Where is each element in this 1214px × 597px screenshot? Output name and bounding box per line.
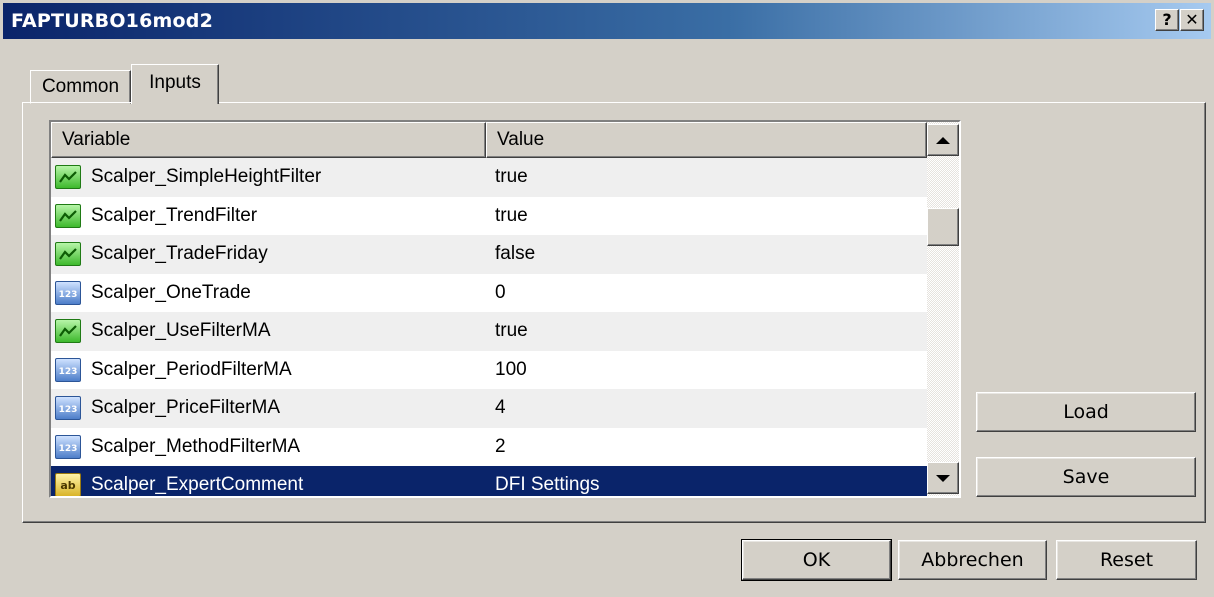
- svg-text:123: 123: [59, 444, 78, 454]
- value-cell[interactable]: 100: [486, 351, 927, 390]
- column-header-variable[interactable]: Variable: [51, 122, 486, 158]
- variable-name: Scalper_OneTrade: [91, 281, 251, 303]
- table-row[interactable]: Scalper_SimpleHeightFilter true: [51, 158, 927, 197]
- table-row[interactable]: 123 Scalper_PeriodFilterMA 100: [51, 350, 927, 390]
- variable-name: Scalper_ExpertComment: [91, 474, 304, 496]
- table-row[interactable]: Scalper_TradeFriday false: [51, 235, 927, 274]
- help-button[interactable]: ?: [1155, 9, 1179, 31]
- value-cell[interactable]: true: [486, 312, 927, 351]
- cancel-button[interactable]: Abbrechen: [898, 540, 1047, 580]
- value-cell[interactable]: 2: [486, 428, 927, 467]
- vertical-scrollbar[interactable]: [927, 122, 959, 496]
- variable-name: Scalper_TrendFilter: [91, 204, 258, 226]
- grid-header: Variable Value: [51, 122, 927, 158]
- value-cell[interactable]: true: [486, 197, 927, 236]
- scroll-up-button[interactable]: [927, 124, 959, 156]
- tab-common[interactable]: Common: [30, 70, 131, 104]
- svg-text:123: 123: [59, 367, 78, 377]
- inputs-grid: Variable Value Scalper_SimpleHeightFilte…: [49, 120, 961, 498]
- close-button[interactable]: ✕: [1180, 9, 1204, 31]
- number-icon: 123: [55, 434, 81, 459]
- number-icon: 123: [55, 280, 81, 305]
- scroll-thumb[interactable]: [927, 208, 959, 246]
- load-button[interactable]: Load: [976, 392, 1196, 432]
- variable-cell: Scalper_UseFilterMA: [51, 312, 486, 351]
- table-row[interactable]: Scalper_TrendFilter true: [51, 196, 927, 236]
- tab-inputs[interactable]: Inputs: [131, 64, 219, 104]
- grid-rows: Scalper_SimpleHeightFilter true Scalper_Tr…: [51, 158, 927, 496]
- table-row[interactable]: 123 Scalper_OneTrade 0: [51, 273, 927, 313]
- svg-text:ab: ab: [60, 479, 75, 492]
- table-row[interactable]: 123 Scalper_MethodFilterMA 2: [51, 427, 927, 467]
- value-cell[interactable]: 4: [486, 389, 927, 428]
- variable-cell: 123 Scalper_MethodFilterMA: [51, 428, 486, 467]
- table-row[interactable]: 123 Scalper_PriceFilterMA 4: [51, 389, 927, 428]
- reset-button[interactable]: Reset: [1056, 540, 1197, 580]
- variable-name: Scalper_UseFilterMA: [91, 320, 271, 342]
- variable-name: Scalper_SimpleHeightFilter: [91, 166, 322, 188]
- table-row[interactable]: ab Scalper_ExpertComment DFI Settings: [51, 466, 927, 496]
- bool-icon: [55, 165, 81, 190]
- arrow-up-icon: [936, 136, 950, 144]
- value-cell[interactable]: false: [486, 235, 927, 274]
- save-button[interactable]: Save: [976, 457, 1196, 497]
- variable-cell: 123 Scalper_PriceFilterMA: [51, 389, 486, 428]
- variable-cell: 123 Scalper_OneTrade: [51, 274, 486, 313]
- scroll-down-button[interactable]: [927, 462, 959, 494]
- variable-cell: 123 Scalper_PeriodFilterMA: [51, 351, 486, 390]
- value-cell[interactable]: DFI Settings: [486, 466, 927, 496]
- variable-name: Scalper_TradeFriday: [91, 243, 268, 265]
- bool-icon: [55, 203, 81, 228]
- variable-name: Scalper_PeriodFilterMA: [91, 358, 292, 380]
- string-icon: ab: [55, 473, 81, 496]
- bool-icon: [55, 319, 81, 344]
- column-header-value[interactable]: Value: [486, 122, 927, 158]
- value-cell[interactable]: true: [486, 158, 927, 197]
- bool-icon: [55, 242, 81, 267]
- table-row[interactable]: Scalper_UseFilterMA true: [51, 312, 927, 351]
- ok-button[interactable]: OK: [741, 539, 892, 581]
- number-icon: 123: [55, 357, 81, 382]
- variable-cell: ab Scalper_ExpertComment: [51, 466, 486, 496]
- variable-cell: Scalper_TradeFriday: [51, 235, 486, 274]
- variable-cell: Scalper_SimpleHeightFilter: [51, 158, 486, 197]
- title-bar[interactable]: FAPTURBO16mod2 ? ✕: [3, 3, 1211, 39]
- variable-cell: Scalper_TrendFilter: [51, 197, 486, 236]
- variable-name: Scalper_MethodFilterMA: [91, 435, 301, 457]
- window-title: FAPTURBO16mod2: [11, 10, 213, 32]
- number-icon: 123: [55, 396, 81, 421]
- value-cell[interactable]: 0: [486, 274, 927, 313]
- variable-name: Scalper_PriceFilterMA: [91, 397, 280, 419]
- arrow-down-icon: [936, 474, 950, 482]
- svg-text:123: 123: [59, 405, 78, 415]
- svg-text:123: 123: [59, 290, 78, 300]
- expert-properties-dialog: FAPTURBO16mod2 ? ✕ Common Inputs Variabl…: [0, 0, 1214, 597]
